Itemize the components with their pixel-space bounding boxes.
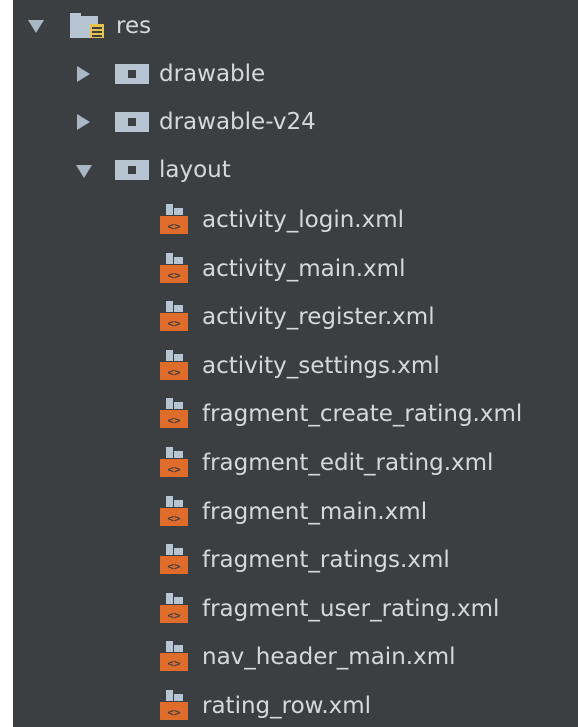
tree-node-label: fragment_ratings.xml xyxy=(202,547,450,574)
svg-text:<>: <> xyxy=(167,512,181,525)
tree-node-file[interactable]: <> activity_login.xml xyxy=(0,200,578,240)
xml-layout-file-icon: <> xyxy=(160,690,188,720)
xml-layout-file-icon: <> xyxy=(160,495,188,526)
tree-node-drawable-v24[interactable]: drawable-v24 xyxy=(0,102,578,142)
folder-icon xyxy=(115,64,149,84)
tree-node-label: nav_header_main.xml xyxy=(202,644,456,671)
svg-text:<>: <> xyxy=(167,317,181,330)
tree-node-file[interactable]: <> fragment_ratings.xml xyxy=(0,540,578,580)
xml-layout-file-icon: <> xyxy=(160,204,188,234)
tree-node-drawable[interactable]: drawable xyxy=(0,54,578,94)
expand-arrow-right-icon[interactable] xyxy=(77,114,90,130)
xml-layout-file-icon: <> xyxy=(160,641,188,672)
tree-node-file[interactable]: <> activity_main.xml xyxy=(0,249,578,289)
tree-node-file[interactable]: <> activity_register.xml xyxy=(0,297,578,337)
tree-node-label: drawable-v24 xyxy=(159,109,316,135)
tree-node-label: activity_register.xml xyxy=(202,304,435,331)
tree-node-label: res xyxy=(116,13,152,39)
folder-icon xyxy=(115,160,149,180)
svg-text:<>: <> xyxy=(167,706,181,719)
tree-node-res[interactable]: res xyxy=(0,6,578,46)
tree-node-label: fragment_create_rating.xml xyxy=(202,401,523,428)
svg-text:<>: <> xyxy=(167,560,181,573)
tree-node-file[interactable]: <> nav_header_main.xml xyxy=(0,637,578,677)
svg-text:<>: <> xyxy=(167,366,181,379)
tree-node-file[interactable]: <> fragment_edit_rating.xml xyxy=(0,443,578,483)
expand-arrow-right-icon[interactable] xyxy=(77,66,90,82)
svg-text:<>: <> xyxy=(167,657,181,670)
xml-layout-file-icon: <> xyxy=(160,301,188,332)
tree-node-file[interactable]: <> fragment_create_rating.xml xyxy=(0,394,578,434)
tree-node-label: activity_main.xml xyxy=(202,255,406,282)
tree-node-file[interactable]: <> fragment_main.xml xyxy=(0,492,578,532)
xml-layout-file-icon: <> xyxy=(160,252,188,283)
xml-layout-file-icon: <> xyxy=(160,447,188,477)
svg-text:<>: <> xyxy=(167,609,181,622)
tree-node-file[interactable]: <> activity_settings.xml xyxy=(0,346,578,386)
tree-node-label: drawable xyxy=(159,61,266,87)
tree-node-label: layout xyxy=(159,157,231,183)
xml-layout-file-icon: <> xyxy=(160,544,188,575)
svg-text:<>: <> xyxy=(167,414,181,427)
tree-node-label: fragment_main.xml xyxy=(202,498,428,525)
tree-node-label: fragment_edit_rating.xml xyxy=(202,450,494,476)
tree-node-label: activity_login.xml xyxy=(202,207,405,233)
tree-node-label: rating_row.xml xyxy=(202,693,372,719)
expand-arrow-down-icon[interactable] xyxy=(28,20,44,33)
svg-text:<>: <> xyxy=(167,463,181,476)
svg-text:<>: <> xyxy=(167,220,181,233)
xml-layout-file-icon: <> xyxy=(160,398,188,429)
tree-node-file[interactable]: <> rating_row.xml xyxy=(0,686,578,726)
resource-folder-icon xyxy=(70,12,112,48)
folder-icon xyxy=(115,112,149,132)
tree-node-file[interactable]: <> fragment_user_rating.xml xyxy=(0,589,578,629)
expand-arrow-down-icon[interactable] xyxy=(76,165,92,178)
tree-node-label: activity_settings.xml xyxy=(202,352,440,379)
tree-node-layout[interactable]: layout xyxy=(0,150,578,190)
xml-layout-file-icon: <> xyxy=(160,592,188,623)
svg-text:<>: <> xyxy=(167,269,181,282)
xml-layout-file-icon: <> xyxy=(160,349,188,380)
project-tree-panel: res drawable drawable-v24 layout <> acti… xyxy=(0,0,578,727)
tree-node-label: fragment_user_rating.xml xyxy=(202,595,500,622)
